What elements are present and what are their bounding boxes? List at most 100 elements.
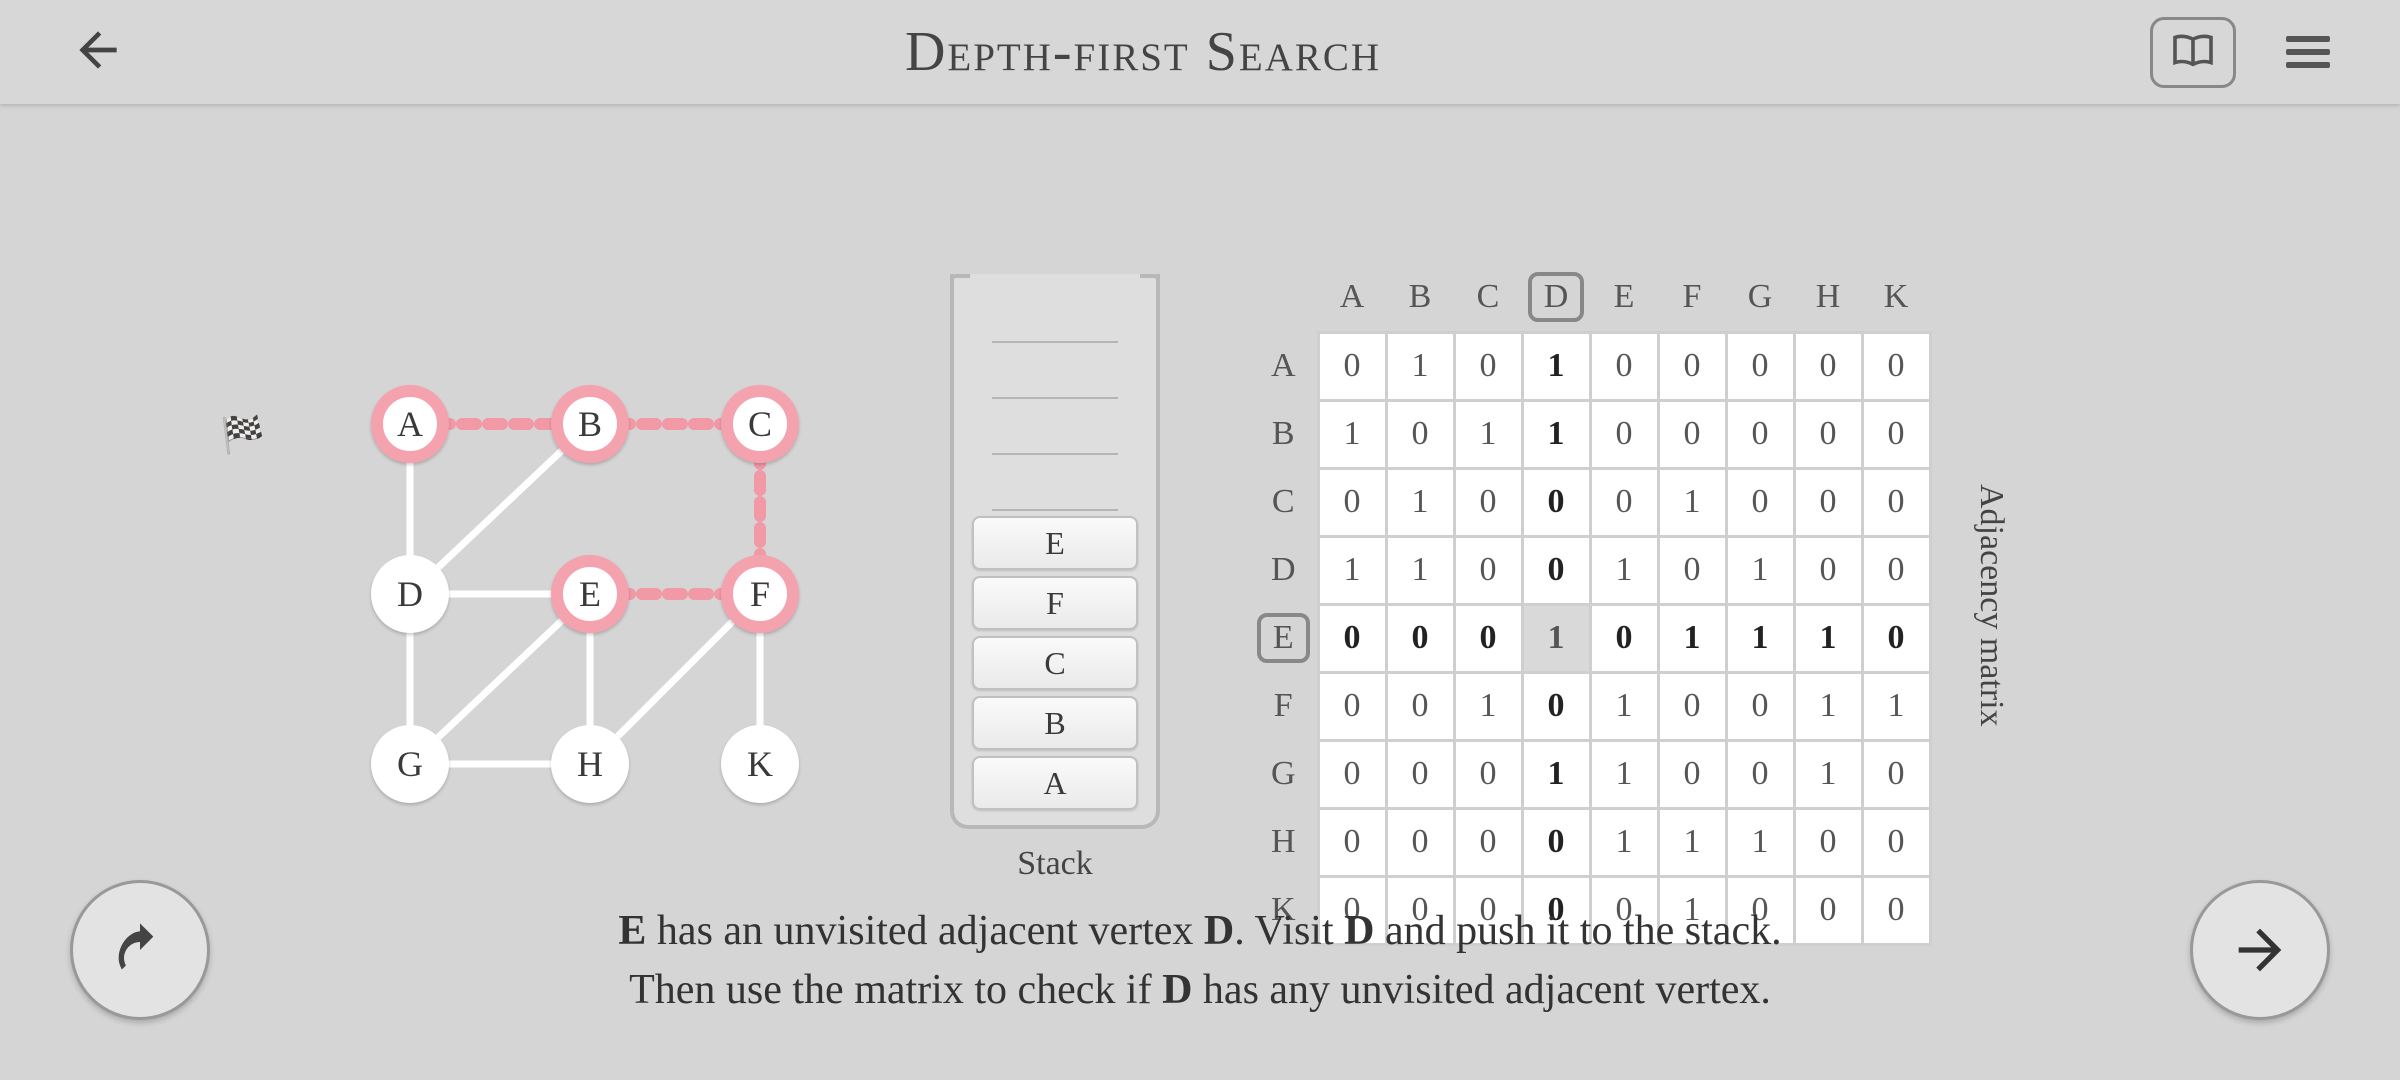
matrix-cell: 0 (1794, 332, 1862, 400)
matrix-col-f: F (1658, 264, 1726, 332)
matrix-cell: 1 (1794, 672, 1862, 740)
matrix-cell: 0 (1318, 332, 1386, 400)
next-button[interactable] (2190, 880, 2330, 1020)
matrix-row-b: B (1250, 400, 1318, 468)
stack-item: F (972, 576, 1138, 630)
matrix-cell: 0 (1862, 604, 1930, 672)
matrix-cell: 0 (1862, 808, 1930, 876)
matrix-row-f: F (1250, 672, 1318, 740)
stack-empty-slot (992, 291, 1118, 343)
matrix-cell: 1 (1862, 672, 1930, 740)
matrix-cell: 1 (1522, 740, 1590, 808)
graph-node-h[interactable]: H (551, 725, 629, 803)
matrix-cell: 0 (1318, 740, 1386, 808)
stack-item: A (972, 756, 1138, 810)
matrix-cell: 1 (1658, 604, 1726, 672)
matrix-cell: 1 (1386, 468, 1454, 536)
matrix-cell: 1 (1658, 808, 1726, 876)
matrix-cell: 0 (1318, 672, 1386, 740)
stack-item: E (972, 516, 1138, 570)
matrix-cell: 0 (1454, 740, 1522, 808)
matrix-cell: 1 (1318, 400, 1386, 468)
stack-empty-slot (992, 459, 1118, 511)
page-title: Depth-first Search (136, 20, 2150, 84)
graph-node-e[interactable]: E (551, 555, 629, 633)
book-icon (2171, 32, 2215, 68)
stack-container: EFCBA (950, 274, 1160, 829)
reference-button[interactable] (2150, 17, 2236, 88)
matrix-cell: 0 (1658, 332, 1726, 400)
matrix-cell: 1 (1590, 740, 1658, 808)
matrix-cell: 0 (1658, 400, 1726, 468)
matrix-col-k: K (1862, 264, 1930, 332)
matrix-cell: 1 (1386, 332, 1454, 400)
matrix-col-a: A (1318, 264, 1386, 332)
matrix-cell: 0 (1318, 604, 1386, 672)
matrix-cell: 0 (1862, 400, 1930, 468)
stack-label: Stack (940, 845, 1170, 883)
graph-node-b[interactable]: B (551, 385, 629, 463)
menu-icon (2286, 36, 2330, 42)
matrix-cell: 0 (1522, 468, 1590, 536)
graph-node-g[interactable]: G (371, 725, 449, 803)
graph-node-f[interactable]: F (721, 555, 799, 633)
matrix-cell: 1 (1318, 536, 1386, 604)
matrix-cell: 1 (1454, 672, 1522, 740)
matrix-cell: 0 (1726, 332, 1794, 400)
stack-empty-slot (992, 403, 1118, 455)
matrix-cell: 0 (1726, 468, 1794, 536)
matrix-cell: 0 (1862, 536, 1930, 604)
matrix-cell: 1 (1658, 468, 1726, 536)
matrix-cell: 0 (1658, 536, 1726, 604)
matrix-cell: 0 (1522, 808, 1590, 876)
matrix-cell: 0 (1726, 672, 1794, 740)
content-area: 🏁 ABCDEFGHK EFCBA Stack ABCDEFGHKA010100… (0, 104, 2400, 1080)
matrix-cell: 0 (1386, 672, 1454, 740)
graph-node-d[interactable]: D (371, 555, 449, 633)
matrix-row-g: G (1250, 740, 1318, 808)
matrix-cell: 1 (1794, 604, 1862, 672)
matrix-row-h: H (1250, 808, 1318, 876)
matrix-cell: 1 (1522, 604, 1590, 672)
matrix-cell: 0 (1386, 808, 1454, 876)
matrix-col-e: E (1590, 264, 1658, 332)
matrix-cell: 1 (1726, 536, 1794, 604)
undo-icon (108, 918, 172, 982)
matrix-cell: 0 (1794, 536, 1862, 604)
matrix-cell: 1 (1794, 740, 1862, 808)
stack-item: C (972, 636, 1138, 690)
graph-node-a[interactable]: A (371, 385, 449, 463)
matrix-cell: 0 (1386, 740, 1454, 808)
matrix-col-h: H (1794, 264, 1862, 332)
matrix-cell: 0 (1590, 332, 1658, 400)
stack-empty-slot (992, 347, 1118, 399)
matrix-cell: 0 (1794, 400, 1862, 468)
matrix-cell: 0 (1862, 332, 1930, 400)
undo-button[interactable] (70, 880, 210, 1020)
matrix-cell: 0 (1318, 808, 1386, 876)
graph-node-c[interactable]: C (721, 385, 799, 463)
matrix-col-g: G (1726, 264, 1794, 332)
matrix-cell: 0 (1454, 808, 1522, 876)
matrix-cell: 1 (1454, 400, 1522, 468)
back-button[interactable] (60, 12, 136, 93)
matrix-cell: 1 (1726, 604, 1794, 672)
matrix-cell: 0 (1794, 468, 1862, 536)
step-caption: E has an unvisited adjacent vertex D. Vi… (0, 902, 2400, 1020)
matrix-row-e: E (1250, 604, 1318, 672)
matrix-cell: 0 (1794, 808, 1862, 876)
matrix-cell: 0 (1862, 468, 1930, 536)
matrix-col-b: B (1386, 264, 1454, 332)
matrix-cell: 0 (1658, 740, 1726, 808)
matrix-cell: 0 (1386, 604, 1454, 672)
menu-button[interactable] (2276, 19, 2340, 85)
matrix-cell: 0 (1590, 468, 1658, 536)
matrix-cell: 1 (1590, 808, 1658, 876)
matrix-cell: 0 (1862, 740, 1930, 808)
top-bar: Depth-first Search (0, 0, 2400, 104)
graph-panel: 🏁 ABCDEFGHK (310, 304, 910, 804)
graph-node-k[interactable]: K (721, 725, 799, 803)
matrix-row-c: C (1250, 468, 1318, 536)
matrix-cell: 1 (1522, 332, 1590, 400)
matrix-cell: 0 (1454, 536, 1522, 604)
